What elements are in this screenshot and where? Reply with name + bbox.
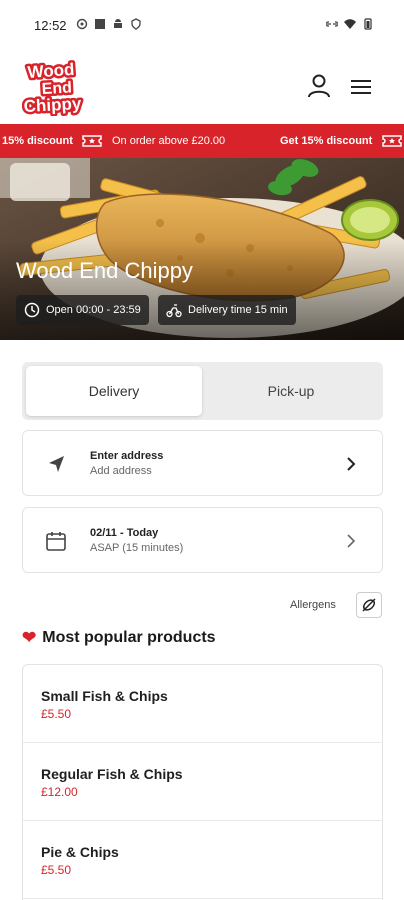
order-type-toggle: Delivery Pick-up [22,362,383,420]
product-item[interactable]: Small Fish & Chips £5.50 [23,665,382,743]
product-item[interactable]: Pie & Chips £5.50 [23,821,382,899]
settings-icon [76,18,88,30]
popular-section-title: ❤ Most popular products [22,628,216,648]
ticket-icon [82,135,102,147]
chevron-right-icon [347,457,356,471]
product-price: £12.00 [41,785,78,799]
product-price: £5.50 [41,863,72,877]
delivery-time-card[interactable]: 02/11 - Today ASAP (15 minutes) [22,507,383,573]
discount-banner: 15% discount On order above £20.00 Get 1… [0,124,404,158]
status-bar: 12:52 [0,0,404,52]
allergen-icon [362,598,376,612]
chevron-right-icon [347,534,356,548]
discount-label: 15% discount [2,135,73,147]
calendar-icon [46,532,66,551]
delivery-time-text: Delivery time 15 min [188,304,288,316]
discount-condition: On order above £20.00 [112,135,226,147]
wood-end-chippy-logo[interactable]: Wood End Chippy [22,60,100,116]
pickup-tab[interactable]: Pick-up [203,366,379,416]
delivery-tab[interactable]: Delivery [26,366,202,416]
allergens-label: Allergens [290,599,336,611]
wifi-icon [344,19,356,29]
navigation-arrow-icon [49,456,64,472]
product-name: Pie & Chips [41,844,119,860]
product-price: £5.50 [41,707,72,721]
user-icon[interactable] [305,72,333,100]
heart-icon: ❤ [22,628,37,647]
delivery-time-pill: Delivery time 15 min [158,295,296,325]
opening-hours-pill: Open 00:00 - 23:59 [16,295,149,325]
product-item[interactable]: Regular Fish & Chips £12.00 [23,743,382,821]
opening-hours-text: Open 00:00 - 23:59 [46,304,141,316]
allergens-button[interactable] [356,592,382,618]
clock-icon [24,302,40,318]
square-icon [95,19,105,29]
product-name: Regular Fish & Chips [41,766,183,782]
status-time: 12:52 [34,18,67,33]
product-list: Small Fish & Chips £5.50 Regular Fish & … [22,664,383,900]
battery-icon [364,18,372,30]
address-card[interactable]: Enter address Add address [22,430,383,496]
menu-icon[interactable] [348,76,374,98]
app-header: Wood End Chippy [0,52,404,124]
discount-promo: Get 15% discount [280,135,373,147]
address-card-subtitle: Add address [90,465,152,477]
scooter-icon [166,304,182,318]
android-icon [114,19,122,28]
time-card-subtitle: ASAP (15 minutes) [90,542,184,554]
restaurant-name: Wood End Chippy [16,258,193,283]
product-name: Small Fish & Chips [41,688,168,704]
shield-icon [131,18,141,30]
popular-title-text: Most popular products [42,629,216,646]
time-card-title: 02/11 - Today [90,527,159,539]
ticket-icon [382,135,402,147]
address-card-title: Enter address [90,450,164,462]
link-icon [326,21,338,27]
hero-banner: Wood End Chippy Open 00:00 - 23:59 Deliv… [0,158,404,340]
svg-text:Chippy: Chippy [23,94,82,116]
